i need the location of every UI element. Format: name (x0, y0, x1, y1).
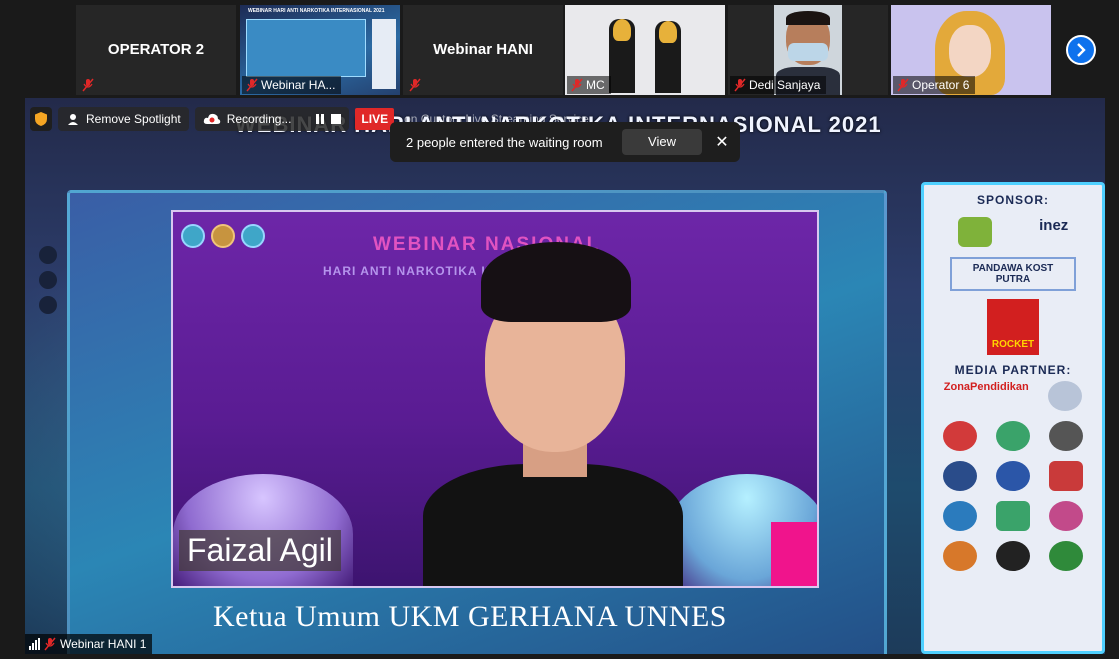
media-partner-label: MEDIA PARTNER: (954, 363, 1072, 377)
recording-label: Recording... (226, 112, 292, 126)
media-logo (1048, 381, 1083, 411)
media-logo (1048, 501, 1083, 531)
media-logo-row (924, 461, 1102, 491)
sponsor-inez-logo: inez (1039, 217, 1069, 234)
mic-muted-icon (246, 78, 258, 92)
media-logo-row (924, 501, 1102, 531)
participant-label: Operator 6 (912, 78, 970, 92)
media-logo-row (924, 421, 1102, 451)
media-logo (995, 461, 1030, 491)
media-logo (1048, 421, 1083, 451)
active-participant-tag: Webinar HANI 1 (25, 634, 153, 654)
thumbnail-operator-2[interactable]: OPERATOR 2 (76, 5, 236, 95)
media-logo (943, 541, 978, 571)
chevron-right-icon (1077, 43, 1086, 57)
media-logo (943, 461, 978, 491)
sponsor-logo (957, 217, 992, 247)
media-logo (943, 501, 978, 531)
participant-thumbnail-strip: OPERATOR 2 WEBINAR HARI ANTI NARKOTIKA I… (0, 0, 1119, 98)
mic-muted-icon (571, 78, 583, 92)
mic-muted-icon (82, 78, 94, 92)
participant-tag: Webinar HA... (242, 76, 342, 94)
sponsor-label: SPONSOR: (976, 193, 1049, 207)
media-zona-logo: ZonaPendidikan (943, 381, 1029, 393)
thumbnail-mc[interactable]: MC (565, 5, 725, 95)
remove-spotlight-label: Remove Spotlight (86, 112, 181, 126)
sponsor-rocket-logo: ROCKET (987, 299, 1039, 355)
live-badge[interactable]: LIVE (355, 108, 395, 130)
media-logo-row: ZonaPendidikan (924, 381, 1102, 411)
participant-tag: MC (567, 76, 611, 94)
decorative-block (771, 522, 817, 586)
participant-tag: Operator 6 (893, 76, 976, 94)
participant-label: Webinar HA... (261, 78, 336, 92)
media-logo-row (924, 541, 1102, 571)
media-logo (1048, 461, 1083, 491)
spotlight-icon (68, 114, 78, 125)
speaker-caption: Ketua Umum UKM GERHANA UNNES (213, 600, 727, 633)
signal-strength-icon (29, 638, 40, 650)
organizer-logos (181, 224, 265, 248)
zoom-meeting-window: OPERATOR 2 WEBINAR HARI ANTI NARKOTIKA I… (0, 0, 1119, 659)
recording-indicator[interactable]: Recording... (194, 107, 350, 131)
sponsor-panel: SPONSOR: inez PANDAWA KOST PUTRA ROCKET … (921, 182, 1105, 654)
participant-tag: Dedi Sanjaya (730, 76, 827, 94)
participant-name: OPERATOR 2 (107, 41, 205, 58)
decorative-dots (39, 246, 59, 321)
participant-tag (78, 76, 100, 94)
security-shield-icon[interactable] (30, 107, 52, 131)
close-notification-icon[interactable]: ✕ (714, 132, 730, 152)
cloud-recording-icon (203, 113, 220, 124)
next-page-button[interactable] (1066, 35, 1096, 65)
mic-muted-icon (409, 78, 421, 92)
speaker-name-plate: Faizal Agil (179, 530, 341, 571)
mic-muted-icon (734, 78, 746, 92)
speaker-video: WEBINAR NASIONAL HARI ANTI NARKOTIKA INT… (171, 210, 819, 588)
mic-muted-icon (897, 78, 909, 92)
active-participant-label: Webinar HANI 1 (60, 637, 147, 651)
view-waiting-room-button[interactable]: View (622, 129, 702, 155)
main-spotlight-video[interactable]: WEBINAR HARI ANTI NARKOTIKA INTERNASIONA… (25, 98, 1105, 654)
participant-label: Dedi Sanjaya (749, 78, 821, 92)
speaker-person (423, 242, 683, 586)
media-logo (995, 501, 1030, 531)
thumbnail-dedi-sanjaya[interactable]: Dedi Sanjaya (728, 5, 888, 95)
remove-spotlight-button[interactable]: Remove Spotlight (58, 107, 189, 131)
pause-icon[interactable] (315, 114, 325, 124)
thumbnail-webinar-hani[interactable]: Webinar HANI (403, 5, 563, 95)
waiting-room-message: 2 people entered the waiting room (406, 134, 603, 150)
thumbnail-operator-6[interactable]: Operator 6 (891, 5, 1051, 95)
waiting-room-notification: 2 people entered the waiting room View ✕ (390, 122, 740, 162)
participant-name: Webinar HANI (433, 41, 533, 58)
participant-label: MC (586, 78, 605, 92)
thumbnail-webinar-hani-screen[interactable]: WEBINAR HARI ANTI NARKOTIKA INTERNASIONA… (240, 5, 400, 95)
sponsor-kost-logo: PANDAWA KOST PUTRA (950, 257, 1076, 291)
media-logo (943, 421, 978, 451)
preview-title: WEBINAR HARI ANTI NARKOTIKA INTERNASIONA… (248, 8, 385, 14)
media-logo (1048, 541, 1083, 571)
media-logo (995, 541, 1030, 571)
sponsor-logo-row: inez (924, 217, 1102, 247)
media-logo (995, 421, 1030, 451)
mic-muted-icon (44, 637, 56, 651)
participant-tag (405, 76, 427, 94)
stop-icon[interactable] (331, 114, 342, 124)
